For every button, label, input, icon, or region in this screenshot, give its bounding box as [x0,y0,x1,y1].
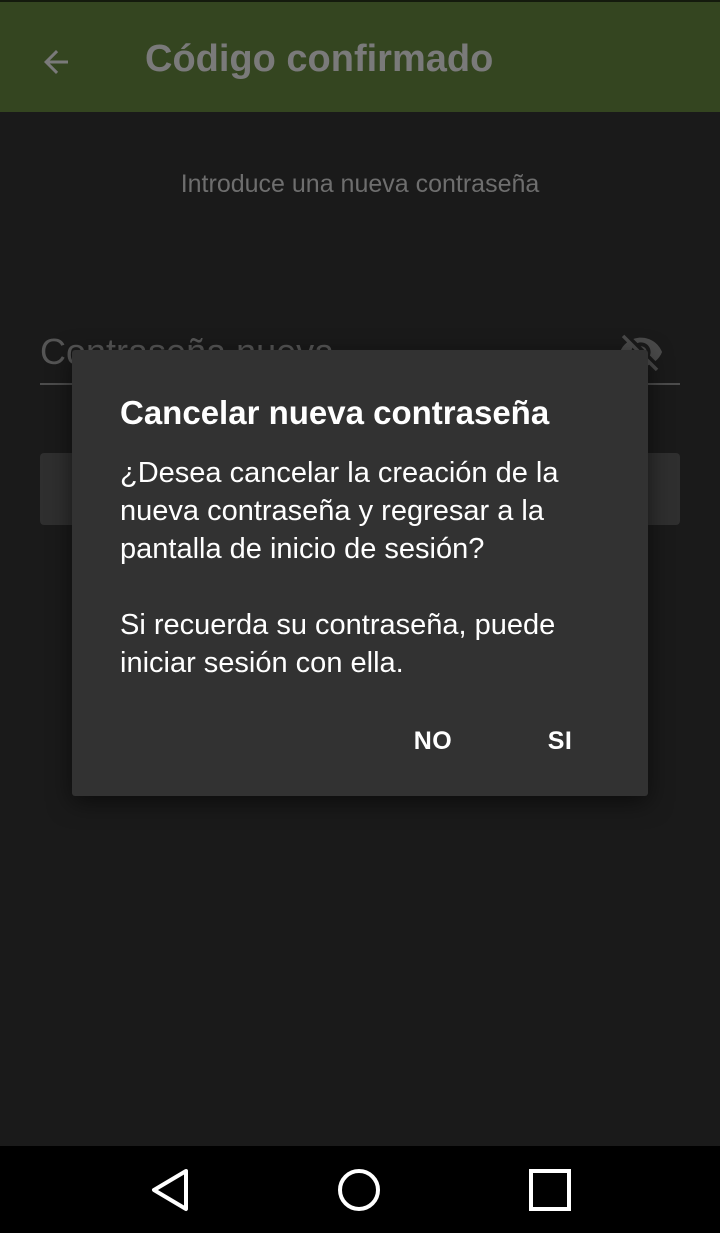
circle-home-icon [338,1169,380,1211]
dialog-message: ¿Desea cancelar la creación de la nueva … [120,454,620,682]
triangle-back-icon [152,1169,188,1211]
nav-recents-button[interactable] [520,1160,580,1220]
back-button[interactable] [30,36,82,88]
cancel-dialog: Cancelar nueva contraseña ¿Desea cancela… [72,350,648,796]
yes-button[interactable]: SI [542,716,578,766]
system-nav-bar [0,1146,720,1233]
arrow-left-icon [44,50,68,74]
app-bar: Código confirmado [0,0,720,112]
dialog-title: Cancelar nueva contraseña [120,394,550,431]
dialog-message-question: ¿Desea cancelar la creación de la nueva … [120,457,559,565]
page-title: Código confirmado [145,38,494,80]
nav-home-button[interactable] [329,1160,389,1220]
square-recents-icon [529,1169,571,1211]
no-button[interactable]: NO [402,716,464,766]
subtitle: Introduce una nueva contraseña [180,170,540,198]
dialog-message-hint: Si recuerda su contraseña, puede iniciar… [120,609,556,679]
nav-back-button[interactable] [140,1160,200,1220]
